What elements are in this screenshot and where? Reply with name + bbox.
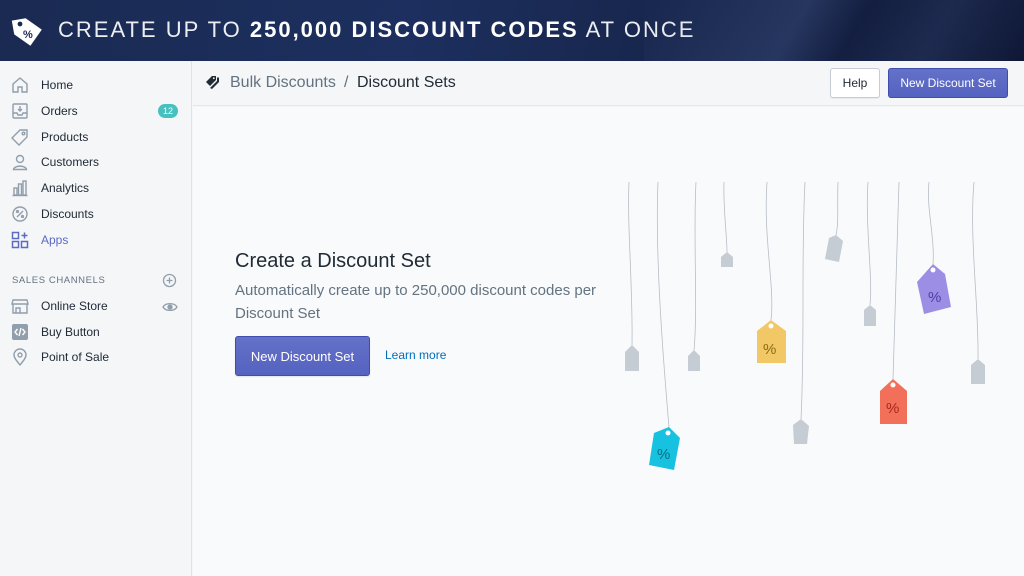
help-button[interactable]: Help xyxy=(830,68,880,98)
sidebar-item-label: Point of Sale xyxy=(41,350,110,364)
banner-title-highlight: 250,000 DISCOUNT CODES xyxy=(249,17,579,42)
svg-text:%: % xyxy=(23,29,33,41)
banner-title-part: CREATE UP TO xyxy=(58,17,250,42)
page-title: Discount Sets xyxy=(357,74,456,91)
sidebar-item-home[interactable]: Home xyxy=(0,74,192,98)
percent-tag-icon: % xyxy=(11,18,42,46)
sidebar-item-label: Products xyxy=(41,130,89,144)
new-discount-set-button[interactable]: New Discount Set xyxy=(888,68,1008,98)
eye-icon[interactable] xyxy=(162,300,178,314)
breadcrumb-separator: / xyxy=(344,74,349,91)
tags-icon xyxy=(206,76,219,89)
sales-channels-title: SALES CHANNELS xyxy=(12,275,106,286)
sidebar-item-label: Customers xyxy=(41,155,100,169)
store-icon xyxy=(11,299,29,314)
sidebar-item-label: Discounts xyxy=(41,207,94,221)
yellow-percent-tag: % xyxy=(757,320,786,363)
svg-text:%: % xyxy=(886,400,899,417)
empty-state-title: Create a Discount Set xyxy=(235,250,431,272)
hanging-tags-illustration: % % % % xyxy=(625,181,985,470)
sidebar-item-discounts[interactable]: Discounts xyxy=(0,203,192,227)
sidebar-item-label: Online Store xyxy=(41,299,108,313)
svg-text:%: % xyxy=(657,446,670,463)
add-sales-channel-icon[interactable] xyxy=(162,273,177,288)
app-banner: % CREATE UP TO 250,000 DISCOUNT CODES AT… xyxy=(0,0,1024,61)
sidebar-item-customers[interactable]: Customers xyxy=(0,151,192,175)
apps-icon xyxy=(11,231,29,249)
banner-title-part: AT ONCE xyxy=(578,17,696,42)
empty-state-description: Automatically create up to 250,000 disco… xyxy=(235,282,597,322)
svg-text:%: % xyxy=(928,289,941,306)
sidebar-item-orders[interactable]: Orders 12 xyxy=(0,100,192,124)
red-percent-tag: % xyxy=(880,379,907,424)
create-discount-set-button[interactable]: New Discount Set xyxy=(235,336,370,376)
breadcrumb-app-link[interactable]: Bulk Discounts xyxy=(230,74,336,92)
sidebar-item-label: Orders xyxy=(41,104,78,118)
code-icon xyxy=(12,324,28,340)
blue-percent-tag: % xyxy=(649,427,680,470)
svg-text:%: % xyxy=(763,341,776,358)
person-icon xyxy=(12,154,28,171)
orders-count-badge: 12 xyxy=(158,104,179,118)
sidebar-item-products[interactable]: Products xyxy=(0,126,192,150)
orders-icon xyxy=(12,103,28,119)
sidebar: Home Orders 12 Products Customers Analyt… xyxy=(0,61,192,576)
sidebar-item-label: Home xyxy=(41,78,74,92)
sidebar-item-apps[interactable]: Apps xyxy=(0,229,192,253)
sidebar-item-point-of-sale[interactable]: Point of Sale xyxy=(0,346,192,370)
banner-title: CREATE UP TO 250,000 DISCOUNT CODES AT O… xyxy=(58,17,695,43)
sidebar-item-label: Apps xyxy=(41,233,69,247)
location-pin-icon xyxy=(13,348,27,366)
page-header: Bulk Discounts / Discount Sets Help New … xyxy=(193,61,1024,106)
bar-chart-icon xyxy=(12,180,28,197)
main-content: Create a Discount Set Automatically crea… xyxy=(193,107,1024,576)
purple-percent-tag: % xyxy=(917,264,951,314)
sidebar-item-label: Analytics xyxy=(41,181,90,195)
sidebar-item-analytics[interactable]: Analytics xyxy=(0,177,192,201)
tag-icon xyxy=(11,129,28,146)
sidebar-item-buy-button[interactable]: Buy Button xyxy=(0,321,192,345)
discount-icon xyxy=(12,206,28,222)
sidebar-item-online-store[interactable]: Online Store xyxy=(0,295,192,319)
home-icon xyxy=(12,77,28,93)
learn-more-link[interactable]: Learn more xyxy=(385,348,446,362)
sidebar-item-label: Buy Button xyxy=(41,325,100,339)
